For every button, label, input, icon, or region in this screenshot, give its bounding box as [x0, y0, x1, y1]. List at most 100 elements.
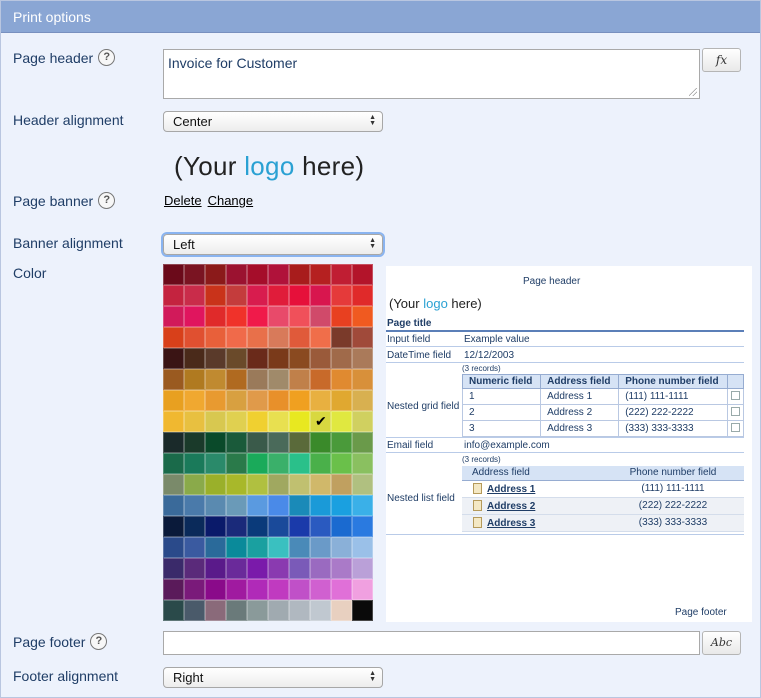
color-swatch[interactable] — [163, 516, 184, 537]
color-swatch[interactable] — [310, 369, 331, 390]
fx-button[interactable]: fx — [702, 48, 741, 72]
color-swatch[interactable] — [247, 369, 268, 390]
color-swatch[interactable] — [163, 432, 184, 453]
color-swatch[interactable] — [184, 432, 205, 453]
color-swatch[interactable] — [226, 306, 247, 327]
color-swatch[interactable] — [310, 579, 331, 600]
color-swatch[interactable] — [163, 579, 184, 600]
color-swatch[interactable] — [247, 285, 268, 306]
color-swatch[interactable] — [352, 390, 373, 411]
color-swatch[interactable] — [247, 600, 268, 621]
color-swatch[interactable] — [205, 369, 226, 390]
color-swatch[interactable] — [352, 369, 373, 390]
color-swatch[interactable] — [331, 558, 352, 579]
color-swatch[interactable] — [268, 495, 289, 516]
color-swatch[interactable] — [352, 306, 373, 327]
color-swatch[interactable] — [205, 264, 226, 285]
color-swatch[interactable] — [163, 369, 184, 390]
color-swatch[interactable] — [331, 516, 352, 537]
color-swatch[interactable] — [184, 411, 205, 432]
color-swatch[interactable] — [310, 453, 331, 474]
color-swatch[interactable] — [163, 390, 184, 411]
color-swatch[interactable] — [163, 327, 184, 348]
color-swatch[interactable] — [352, 264, 373, 285]
color-swatch[interactable] — [310, 327, 331, 348]
color-swatch[interactable] — [184, 285, 205, 306]
color-swatch[interactable] — [310, 474, 331, 495]
color-swatch[interactable] — [205, 516, 226, 537]
color-swatch[interactable] — [289, 537, 310, 558]
color-swatch[interactable] — [289, 432, 310, 453]
color-swatch[interactable] — [352, 495, 373, 516]
color-swatch[interactable] — [289, 348, 310, 369]
color-swatch[interactable] — [247, 411, 268, 432]
color-swatch[interactable] — [205, 600, 226, 621]
help-icon[interactable]: ? — [98, 192, 116, 209]
color-swatch[interactable] — [289, 516, 310, 537]
color-swatch[interactable] — [163, 600, 184, 621]
color-swatch[interactable] — [289, 600, 310, 621]
color-swatch[interactable] — [289, 264, 310, 285]
color-swatch[interactable] — [352, 516, 373, 537]
color-swatch[interactable] — [205, 495, 226, 516]
footer-alignment-select[interactable]: Right ▲ ▼ — [163, 667, 383, 688]
color-swatch[interactable] — [226, 432, 247, 453]
color-swatch[interactable] — [289, 306, 310, 327]
color-swatch[interactable] — [163, 348, 184, 369]
color-swatch[interactable] — [247, 264, 268, 285]
color-swatch[interactable] — [226, 495, 247, 516]
color-swatch[interactable] — [205, 537, 226, 558]
color-swatch[interactable] — [247, 306, 268, 327]
color-swatch[interactable] — [331, 285, 352, 306]
color-swatch[interactable] — [310, 558, 331, 579]
color-swatch[interactable] — [331, 600, 352, 621]
color-swatch[interactable] — [310, 348, 331, 369]
color-swatch[interactable] — [331, 348, 352, 369]
color-swatch-selected[interactable] — [310, 411, 331, 432]
color-swatch[interactable] — [184, 474, 205, 495]
color-swatch[interactable] — [247, 537, 268, 558]
color-swatch[interactable] — [268, 264, 289, 285]
color-swatch[interactable] — [226, 474, 247, 495]
color-swatch[interactable] — [226, 285, 247, 306]
color-swatch[interactable] — [226, 600, 247, 621]
color-swatch[interactable] — [268, 306, 289, 327]
color-swatch[interactable] — [184, 579, 205, 600]
color-swatch[interactable] — [184, 516, 205, 537]
header-alignment-select[interactable]: Center ▲ ▼ — [163, 111, 383, 132]
color-swatch[interactable] — [268, 348, 289, 369]
color-swatch[interactable] — [268, 390, 289, 411]
banner-alignment-select[interactable]: Left ▲ ▼ — [163, 234, 383, 255]
color-swatch[interactable] — [184, 537, 205, 558]
color-swatch[interactable] — [331, 474, 352, 495]
color-swatch[interactable] — [331, 327, 352, 348]
color-swatch[interactable] — [331, 453, 352, 474]
color-swatch[interactable] — [247, 495, 268, 516]
color-swatch[interactable] — [331, 369, 352, 390]
color-swatch[interactable] — [205, 558, 226, 579]
color-swatch[interactable] — [331, 579, 352, 600]
color-swatch[interactable] — [184, 495, 205, 516]
color-swatch[interactable] — [247, 579, 268, 600]
color-swatch[interactable] — [226, 327, 247, 348]
color-swatch[interactable] — [247, 432, 268, 453]
color-swatch[interactable] — [247, 327, 268, 348]
color-swatch[interactable] — [268, 537, 289, 558]
color-swatch[interactable] — [268, 285, 289, 306]
color-swatch[interactable] — [184, 600, 205, 621]
color-swatch[interactable] — [205, 390, 226, 411]
color-swatch[interactable] — [163, 306, 184, 327]
color-swatch[interactable] — [289, 390, 310, 411]
resize-handle-icon[interactable] — [689, 88, 697, 96]
color-swatch[interactable] — [184, 558, 205, 579]
color-swatch[interactable] — [310, 306, 331, 327]
color-swatch[interactable] — [331, 306, 352, 327]
color-swatch[interactable] — [352, 285, 373, 306]
color-swatch[interactable] — [163, 495, 184, 516]
color-swatch[interactable] — [184, 348, 205, 369]
color-swatch[interactable] — [289, 579, 310, 600]
color-swatch[interactable] — [268, 432, 289, 453]
color-swatch[interactable] — [268, 369, 289, 390]
color-swatch[interactable] — [247, 348, 268, 369]
color-swatch[interactable] — [331, 264, 352, 285]
